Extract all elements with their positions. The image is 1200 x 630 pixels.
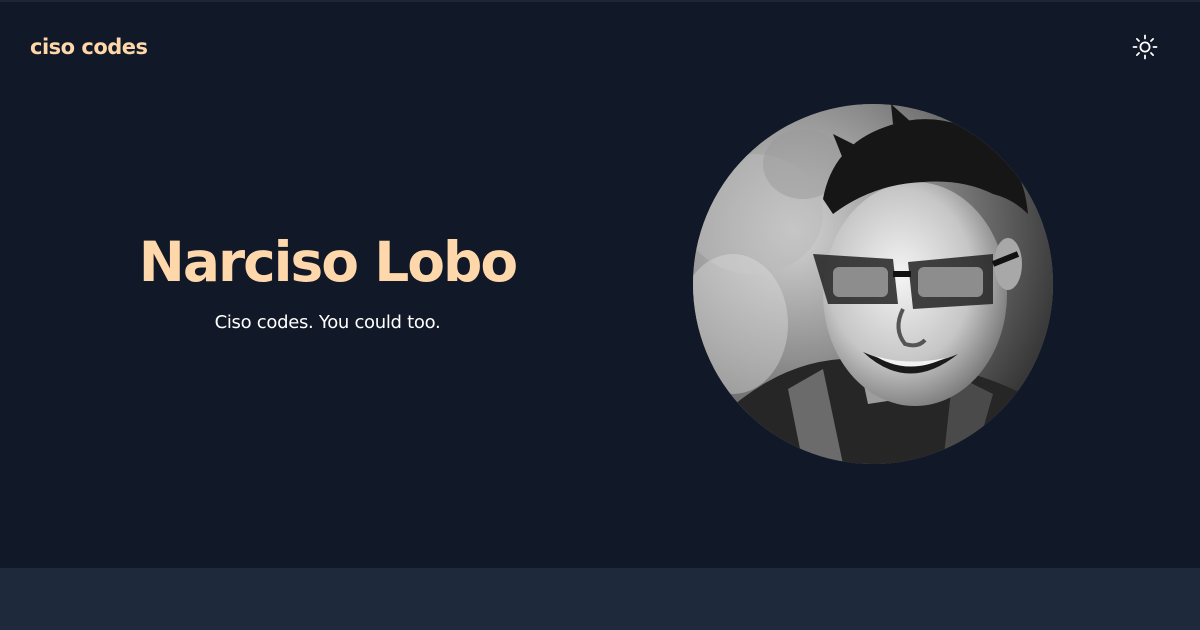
portrait-photo	[693, 104, 1053, 464]
hero-tagline: Ciso codes. You could too.	[214, 312, 441, 333]
theme-toggle-button[interactable]	[1130, 32, 1160, 62]
footer-bar	[0, 568, 1200, 630]
site-logo-link[interactable]: ciso codes	[30, 33, 148, 61]
site-header: ciso codes	[0, 0, 1200, 96]
hero-text-block: Narciso Lobo Ciso codes. You could too.	[0, 226, 655, 336]
hero-name: Narciso Lobo	[138, 230, 518, 294]
sun-icon	[1132, 34, 1158, 60]
